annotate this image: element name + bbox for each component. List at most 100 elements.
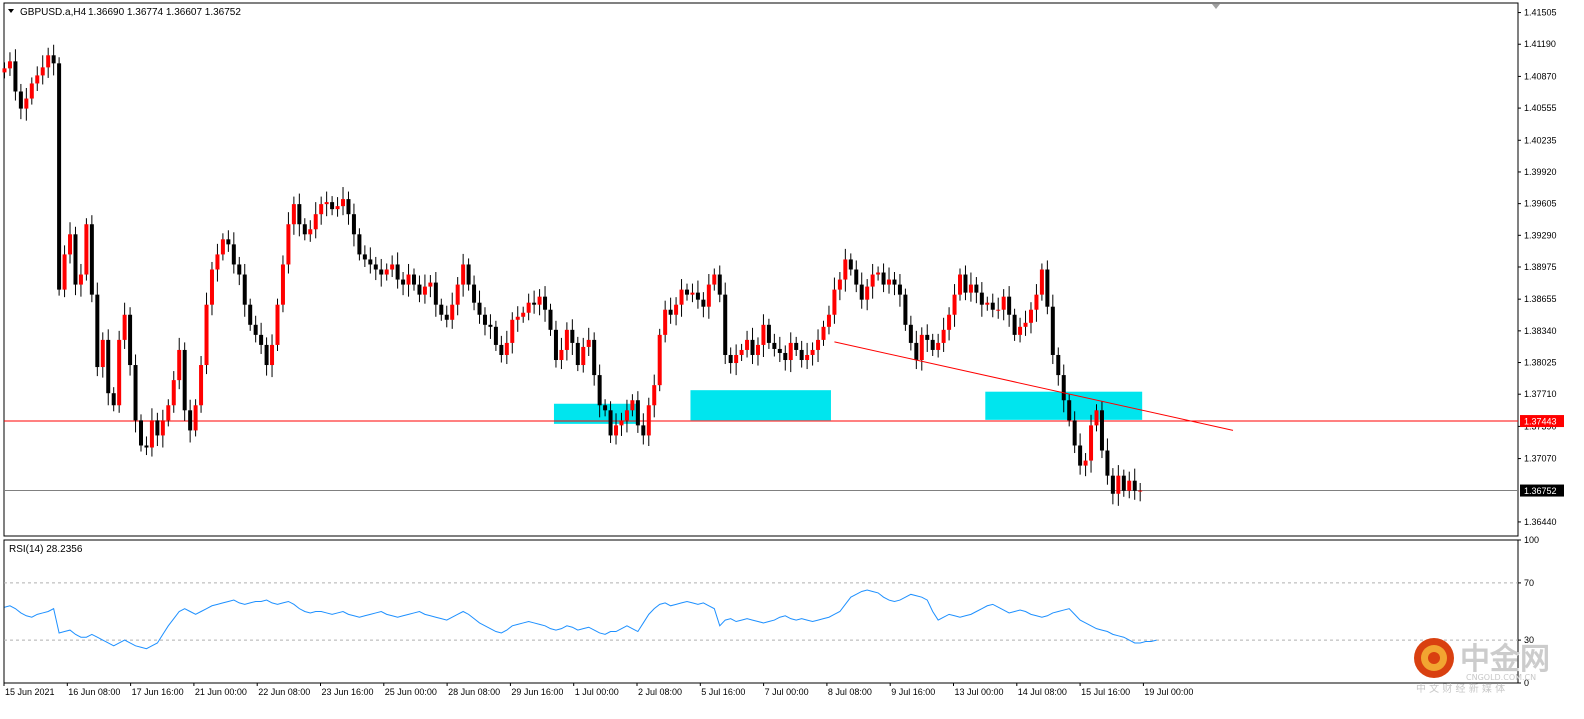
candle-body (1105, 450, 1110, 476)
candle-body (745, 339, 750, 350)
candle-body (368, 259, 373, 265)
candle-body (930, 339, 935, 350)
candle-body (362, 254, 367, 260)
chart-symbol: GBPUSD.a,H4 (20, 7, 87, 18)
candle (723, 282, 728, 365)
candle-body (614, 425, 619, 436)
candle-body (1121, 475, 1126, 491)
candle-body (177, 349, 182, 381)
candle-body (439, 304, 444, 315)
candle-body (1083, 460, 1088, 466)
candle-body (515, 316, 520, 320)
candle-body (674, 304, 679, 315)
candle-body (160, 420, 165, 436)
rsi-tick-label: 70 (1524, 578, 1534, 588)
candle-body (188, 410, 193, 431)
candle-body (390, 264, 395, 270)
candle-body (794, 342, 799, 350)
mt4-chart-window[interactable]: 1.41505 1.41190 1.40870 1.40555 1.40235 1.399… (0, 0, 1584, 714)
candle-body (1045, 269, 1050, 307)
candle-body (51, 55, 56, 64)
candle-body (319, 204, 324, 215)
candle-body (324, 202, 329, 205)
candle-body (1039, 269, 1044, 295)
candle-body (428, 282, 433, 287)
candle-body (685, 289, 689, 295)
candle-body (783, 352, 788, 361)
candle (89, 215, 94, 303)
candle-body (526, 302, 531, 313)
price-tick-label: 1.41505 (1524, 8, 1557, 18)
candle-body (482, 314, 487, 325)
candle-body (111, 393, 116, 406)
candle-body (341, 199, 346, 207)
candle-body (810, 349, 815, 355)
chart-canvas[interactable]: 1.41505 1.41190 1.40870 1.40555 1.40235 1.399… (0, 0, 1584, 714)
candle-body (788, 342, 793, 361)
candle-body (395, 264, 400, 280)
candle-body (68, 234, 73, 255)
candle-body (270, 344, 275, 366)
time-tick-label: 13 Jul 00:00 (955, 687, 1004, 697)
candle-body (308, 229, 313, 235)
candle-body (865, 286, 870, 300)
candle-body (215, 254, 220, 270)
candle-body (472, 284, 477, 303)
candle-body (679, 289, 684, 305)
candle (275, 298, 280, 351)
candle-body (706, 284, 711, 307)
candle-body (701, 299, 706, 307)
candle-body (914, 342, 919, 361)
time-tick-label: 15 Jun 2021 (5, 687, 55, 697)
price-axis: 1.41505 1.41190 1.40870 1.40555 1.40235 1.399… (1518, 8, 1564, 527)
candle-body (799, 349, 804, 361)
price-tick-label: 1.38655 (1524, 294, 1557, 304)
candle-body (887, 279, 892, 285)
candle-body (149, 420, 154, 448)
candle-body (417, 284, 422, 295)
candle-body (908, 324, 913, 343)
time-tick-label: 1 Jul 00:00 (575, 687, 619, 697)
time-tick-label: 15 Jul 16:00 (1081, 687, 1130, 697)
watermark-cn: 中金网 (1460, 642, 1550, 677)
candle-body (717, 274, 722, 295)
price-line-label: 1.37443 (1524, 417, 1557, 427)
candle-body (155, 420, 160, 436)
candle-body (62, 254, 67, 290)
candle-body (504, 342, 509, 355)
candle (182, 342, 187, 421)
candle-body (723, 294, 728, 355)
candle-body (963, 274, 968, 293)
candle-body (712, 274, 717, 285)
time-tick-label: 25 Jun 00:00 (385, 687, 437, 697)
candle-body (450, 304, 455, 320)
candle-body (821, 326, 826, 340)
price-tick-label: 1.40235 (1524, 135, 1557, 145)
price-tick-label: 1.39605 (1524, 199, 1557, 209)
candle-body (139, 420, 143, 446)
candle-body (357, 234, 362, 255)
candle-body (837, 279, 842, 290)
candle-body (264, 344, 269, 366)
candle-body (297, 204, 302, 225)
candle-body (166, 405, 171, 421)
candle-body (510, 319, 515, 343)
candle (657, 328, 662, 392)
candle-body (412, 274, 416, 285)
candle-body (106, 339, 111, 394)
candle-body (581, 346, 586, 366)
candle-body (734, 354, 739, 364)
candle-body (958, 274, 962, 295)
candle-body (974, 284, 979, 293)
time-tick-label: 9 Jul 16:00 (891, 687, 935, 697)
candle (84, 218, 89, 281)
time-tick-label: 19 Jul 00:00 (1144, 687, 1193, 697)
candle-body (755, 344, 760, 355)
price-tick-label: 1.41190 (1524, 39, 1556, 49)
candle-body (1018, 326, 1023, 335)
candle-body (89, 224, 94, 295)
candle-body (1034, 294, 1039, 310)
candle-body (379, 269, 384, 275)
candle-body (668, 309, 673, 315)
candle-body (575, 342, 580, 366)
